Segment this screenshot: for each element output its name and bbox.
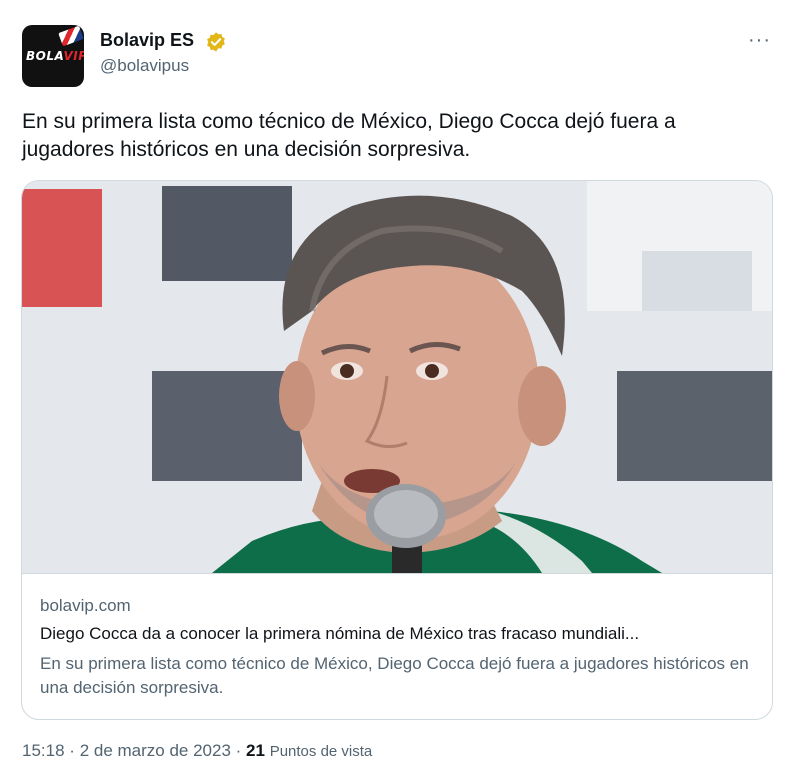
separator: ·: [69, 741, 75, 760]
verified-badge-icon: [207, 32, 225, 52]
card-domain: bolavip.com: [40, 596, 131, 615]
views-label: Puntos de vista: [269, 743, 373, 760]
tweet-text: En su primera lista como técnico de Méxi…: [22, 110, 676, 161]
link-card[interactable]: bolavip.com Diego Cocca da a conocer la …: [21, 180, 773, 720]
avatar-logo: BOLAVIP: [26, 49, 84, 63]
avatar[interactable]: BOLAVIP: [22, 25, 84, 87]
tweet-time[interactable]: 15:18: [22, 741, 65, 760]
card-description: En su primera lista como técnico de Méxi…: [40, 654, 749, 697]
flag-icon: [58, 25, 84, 47]
card-title[interactable]: Diego Cocca da a conocer la primera nómi…: [40, 624, 760, 644]
tweet-meta: 15:18 · 2 de marzo de 2023 · 21 Puntos d…: [22, 741, 372, 761]
press-conference-photo: [22, 181, 772, 573]
views-count: 21: [246, 741, 265, 760]
card-meta[interactable]: bolavip.com Diego Cocca da a conocer la …: [22, 573, 772, 719]
user-handle[interactable]: @bolavipus: [100, 56, 189, 76]
card-image: [22, 181, 772, 573]
tweet-date[interactable]: 2 de marzo de 2023: [80, 741, 231, 760]
separator: ·: [235, 741, 242, 760]
more-horizontal-icon[interactable]: ···: [748, 30, 776, 50]
display-name[interactable]: Bolavip ES: [100, 30, 194, 51]
